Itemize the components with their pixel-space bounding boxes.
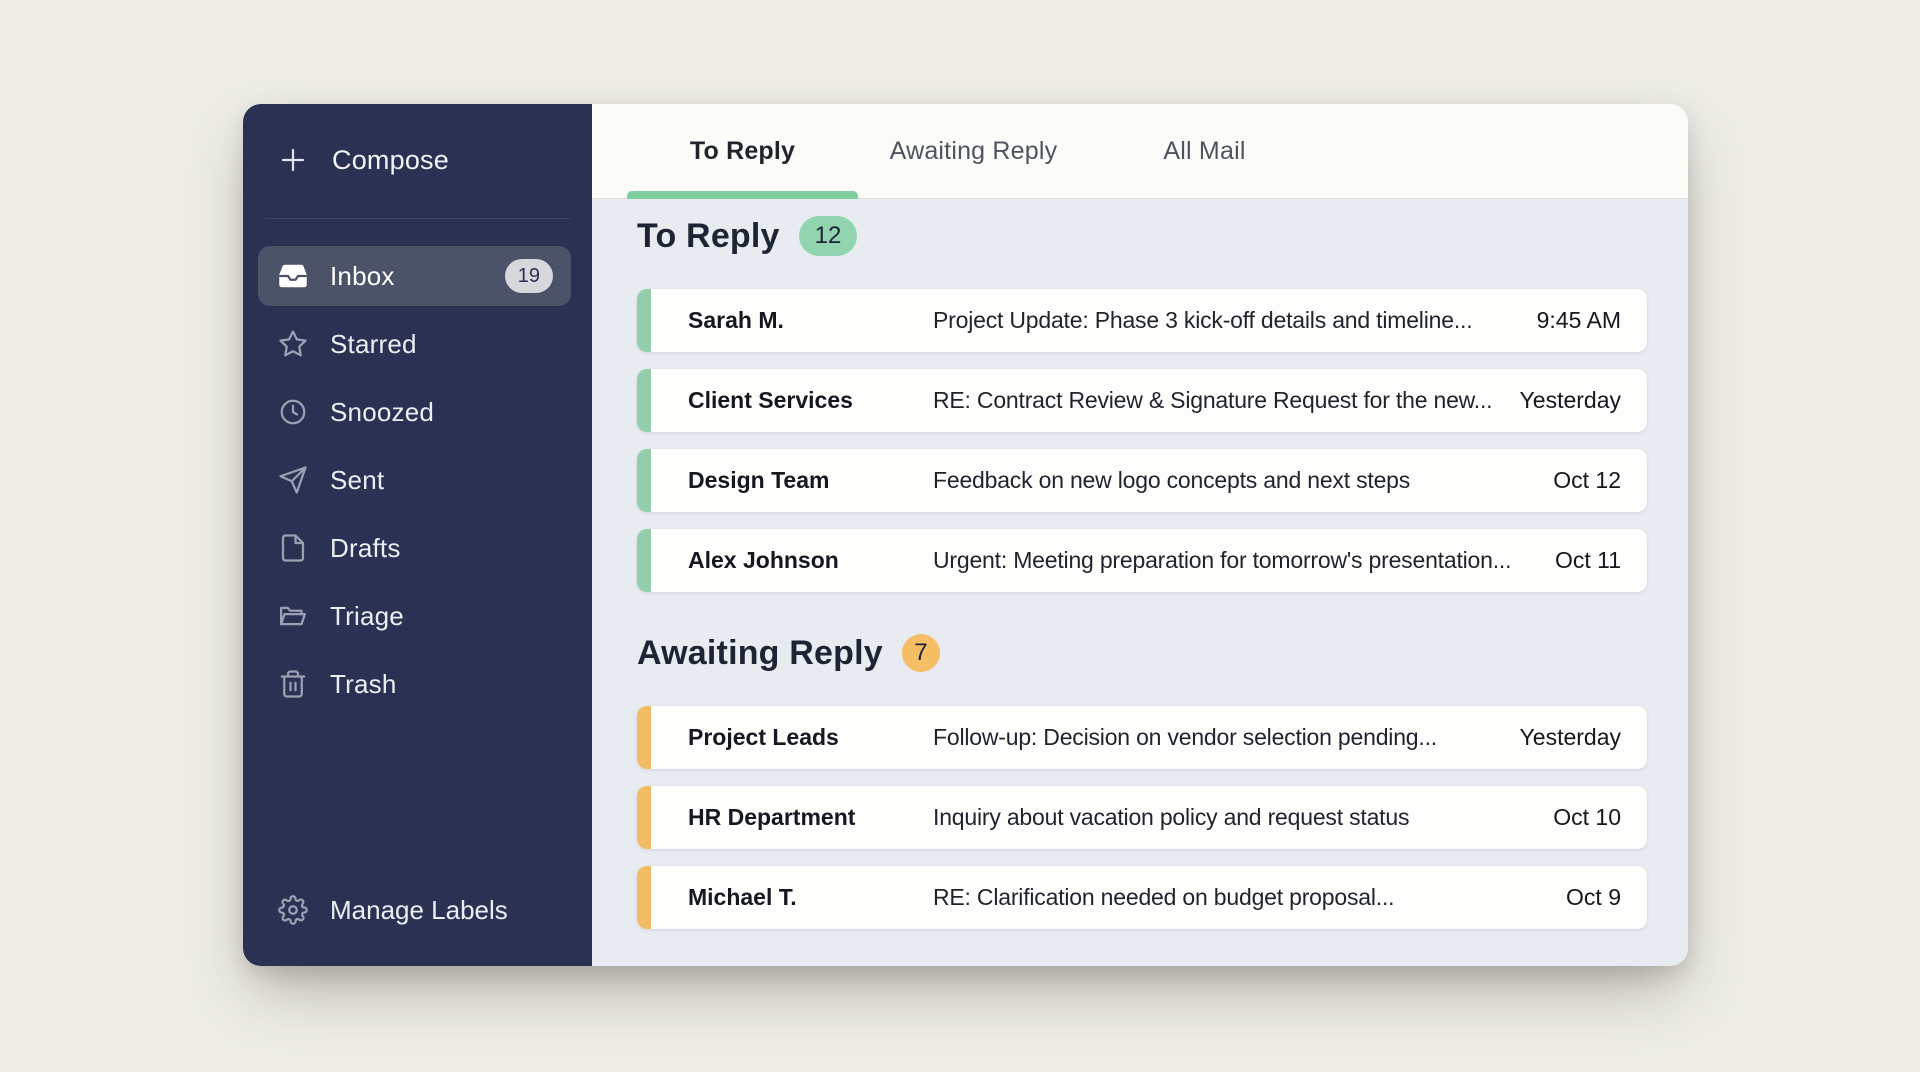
manage-labels-label: Manage Labels bbox=[330, 895, 508, 926]
gear-icon bbox=[278, 895, 308, 925]
mail-row[interactable]: Michael T. RE: Clarification needed on b… bbox=[637, 866, 1647, 929]
mail-subject: Follow-up: Decision on vendor selection … bbox=[933, 724, 1506, 751]
mail-subject: RE: Contract Review & Signature Request … bbox=[933, 387, 1506, 414]
sidebar-divider bbox=[265, 218, 570, 219]
compose-button[interactable]: Compose bbox=[243, 140, 592, 180]
tab-all-mail[interactable]: All Mail bbox=[1089, 104, 1320, 198]
mail-time: Oct 10 bbox=[1553, 804, 1621, 831]
mail-subject: Feedback on new logo concepts and next s… bbox=[933, 467, 1539, 494]
plus-icon bbox=[278, 145, 308, 175]
sidebar-item-label: Drafts bbox=[330, 533, 401, 564]
trash-icon bbox=[278, 669, 308, 699]
mail-sender: Project Leads bbox=[688, 724, 933, 751]
section-header: To Reply 12 bbox=[637, 215, 1647, 257]
mail-accent-bar bbox=[637, 529, 651, 592]
mail-sender: Sarah M. bbox=[688, 307, 933, 334]
mail-accent-bar bbox=[637, 369, 651, 432]
mail-row[interactable]: Design Team Feedback on new logo concept… bbox=[637, 449, 1647, 512]
sidebar-item-label: Inbox bbox=[330, 261, 395, 292]
mail-time: 9:45 AM bbox=[1537, 307, 1621, 334]
mail-time: Yesterday bbox=[1520, 724, 1621, 751]
mail-row[interactable]: HR Department Inquiry about vacation pol… bbox=[637, 786, 1647, 849]
mail-subject: Inquiry about vacation policy and reques… bbox=[933, 804, 1539, 831]
main-panel: To Reply Awaiting Reply All Mail To Repl… bbox=[592, 104, 1688, 966]
sidebar-item-triage[interactable]: Triage bbox=[258, 586, 571, 646]
mail-subject: RE: Clarification needed on budget propo… bbox=[933, 884, 1552, 911]
sidebar-item-label: Snoozed bbox=[330, 397, 434, 428]
mail-accent-bar bbox=[637, 289, 651, 352]
compose-label: Compose bbox=[332, 145, 449, 176]
mail-row[interactable]: Project Leads Follow-up: Decision on ven… bbox=[637, 706, 1647, 769]
mail-time: Yesterday bbox=[1520, 387, 1621, 414]
sidebar-item-label: Trash bbox=[330, 669, 397, 700]
mail-section: To Reply 12 Sarah M. Project Update: Pha… bbox=[637, 215, 1647, 592]
sidebar-item-drafts[interactable]: Drafts bbox=[258, 518, 571, 578]
sidebar-nav: Inbox 19 Starred Snoozed Sent Drafts Tri… bbox=[243, 246, 592, 722]
section-title: To Reply bbox=[637, 217, 780, 256]
sidebar-item-label: Starred bbox=[330, 329, 417, 360]
mail-time: Oct 12 bbox=[1553, 467, 1621, 494]
mail-accent-bar bbox=[637, 786, 651, 849]
inbox-count-badge: 19 bbox=[505, 259, 553, 293]
section-count-badge: 7 bbox=[902, 634, 940, 672]
mail-subject: Urgent: Meeting preparation for tomorrow… bbox=[933, 547, 1541, 574]
mail-list-content: To Reply 12 Sarah M. Project Update: Pha… bbox=[592, 199, 1688, 966]
send-icon bbox=[278, 465, 308, 495]
mail-row[interactable]: Sarah M. Project Update: Phase 3 kick-of… bbox=[637, 289, 1647, 352]
mail-sender: Client Services bbox=[688, 387, 933, 414]
mail-subject: Project Update: Phase 3 kick-off details… bbox=[933, 307, 1523, 334]
sidebar-item-inbox[interactable]: Inbox 19 bbox=[258, 246, 571, 306]
sidebar-item-starred[interactable]: Starred bbox=[258, 314, 571, 374]
mail-sender: Design Team bbox=[688, 467, 933, 494]
tab-awaiting-reply[interactable]: Awaiting Reply bbox=[858, 104, 1089, 198]
mail-accent-bar bbox=[637, 866, 651, 929]
star-icon bbox=[278, 329, 308, 359]
section-title: Awaiting Reply bbox=[637, 634, 883, 673]
mail-accent-bar bbox=[637, 706, 651, 769]
mail-sender: HR Department bbox=[688, 804, 933, 831]
sidebar-item-trash[interactable]: Trash bbox=[258, 654, 571, 714]
mail-time: Oct 9 bbox=[1566, 884, 1621, 911]
sidebar-item-snoozed[interactable]: Snoozed bbox=[258, 382, 571, 442]
mail-accent-bar bbox=[637, 449, 651, 512]
mail-app-window: Compose Inbox 19 Starred Snoozed Sent Dr… bbox=[243, 104, 1688, 966]
mail-rows: Project Leads Follow-up: Decision on ven… bbox=[637, 706, 1647, 929]
section-header: Awaiting Reply 7 bbox=[637, 632, 1647, 674]
clock-icon bbox=[278, 397, 308, 427]
mail-sender: Alex Johnson bbox=[688, 547, 933, 574]
mail-sender: Michael T. bbox=[688, 884, 933, 911]
inbox-icon bbox=[278, 261, 308, 291]
sidebar: Compose Inbox 19 Starred Snoozed Sent Dr… bbox=[243, 104, 592, 966]
folder-open-icon bbox=[278, 601, 308, 631]
sidebar-item-label: Sent bbox=[330, 465, 384, 496]
sidebar-item-label: Triage bbox=[330, 601, 404, 632]
section-count-badge: 12 bbox=[799, 216, 858, 256]
mail-row[interactable]: Alex Johnson Urgent: Meeting preparation… bbox=[637, 529, 1647, 592]
mail-rows: Sarah M. Project Update: Phase 3 kick-of… bbox=[637, 289, 1647, 592]
mail-row[interactable]: Client Services RE: Contract Review & Si… bbox=[637, 369, 1647, 432]
mail-section: Awaiting Reply 7 Project Leads Follow-up… bbox=[637, 632, 1647, 929]
mail-time: Oct 11 bbox=[1555, 547, 1621, 574]
tab-to-reply[interactable]: To Reply bbox=[627, 104, 858, 198]
desktop-background: Compose Inbox 19 Starred Snoozed Sent Dr… bbox=[0, 0, 1920, 1072]
manage-labels-button[interactable]: Manage Labels bbox=[243, 888, 592, 932]
file-icon bbox=[278, 533, 308, 563]
tab-bar: To Reply Awaiting Reply All Mail bbox=[592, 104, 1688, 199]
sidebar-item-sent[interactable]: Sent bbox=[258, 450, 571, 510]
sidebar-spacer bbox=[243, 722, 592, 888]
